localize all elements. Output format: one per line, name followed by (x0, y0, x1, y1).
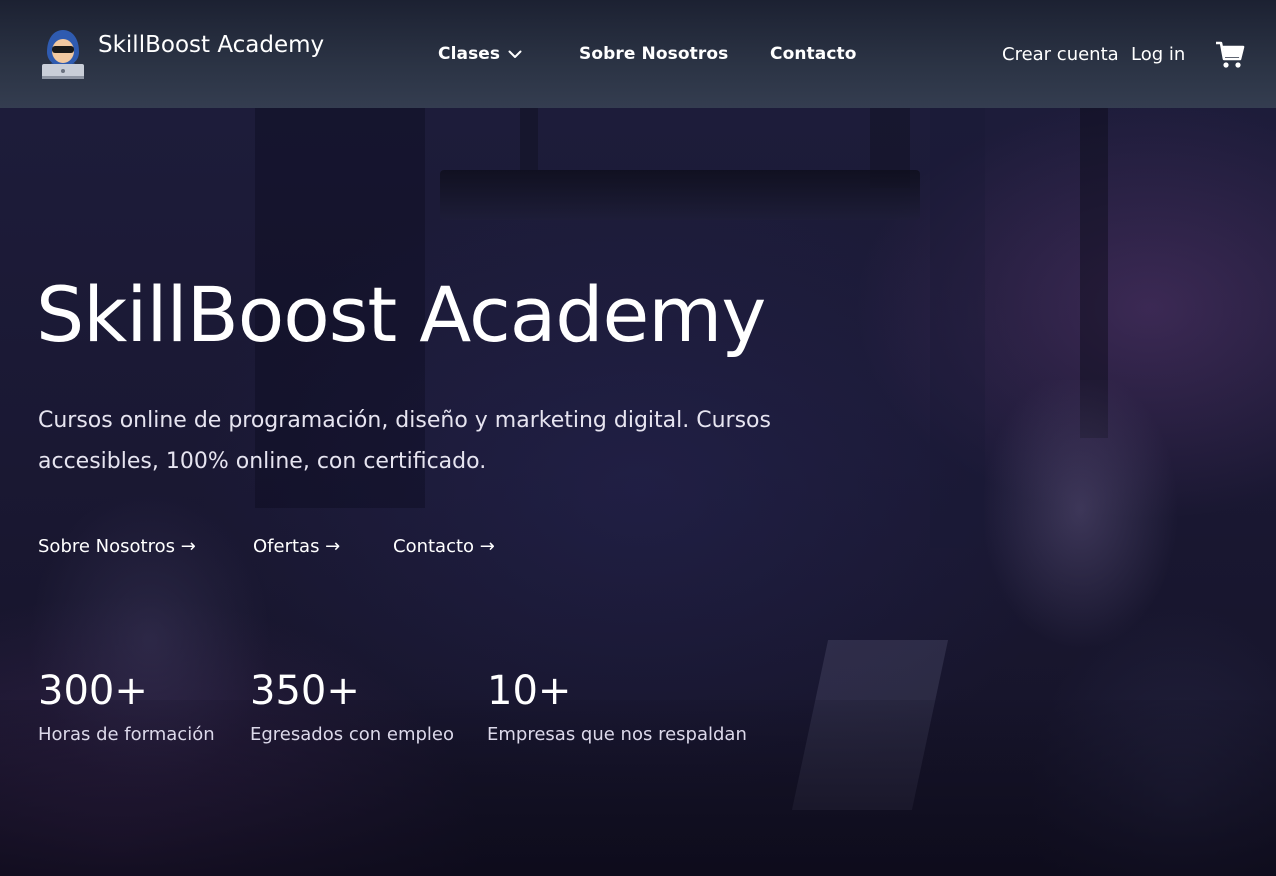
hero-link-contacto[interactable]: Contacto → (393, 536, 495, 557)
hacker-avatar-icon (42, 30, 84, 79)
background-ceiling-lamp (440, 170, 920, 220)
hero-link-ofertas[interactable]: Ofertas → (253, 536, 340, 557)
stat-companies: 10+ Empresas que nos respaldan (487, 668, 747, 745)
stat-label: Empresas que nos respaldan (487, 724, 747, 745)
nav-item-contacto[interactable]: Contacto (770, 44, 857, 64)
page: SkillBoost Academy Clases Sobre Nosotros… (0, 0, 1276, 876)
background-lamp-stem (520, 108, 538, 170)
shopping-cart-icon[interactable] (1214, 38, 1246, 70)
chevron-down-icon (508, 50, 522, 58)
login-link[interactable]: Log in (1131, 44, 1185, 65)
hero-title: SkillBoost Academy (36, 270, 766, 359)
stat-value: 10+ (487, 668, 572, 714)
nav-item-clases[interactable]: Clases (438, 44, 522, 64)
nav-item-label: Clases (438, 44, 501, 64)
hero-subtitle: Cursos online de programación, diseño y … (38, 408, 771, 474)
brand-name: SkillBoost Academy (98, 32, 325, 58)
stat-label: Egresados con empleo (250, 724, 454, 745)
stat-value: 350+ (250, 668, 360, 714)
stat-graduates: 350+ Egresados con empleo (250, 668, 454, 745)
stat-hours: 300+ Horas de formación (38, 668, 215, 745)
stat-label: Horas de formación (38, 724, 215, 745)
navbar: SkillBoost Academy Clases Sobre Nosotros… (0, 0, 1276, 108)
nav-item-sobre-nosotros[interactable]: Sobre Nosotros (579, 44, 728, 64)
hero-link-sobre-nosotros[interactable]: Sobre Nosotros → (38, 536, 196, 557)
create-account-link[interactable]: Crear cuenta (1002, 44, 1119, 65)
stat-value: 300+ (38, 668, 148, 714)
brand-home-link[interactable]: SkillBoost Academy (38, 26, 324, 80)
